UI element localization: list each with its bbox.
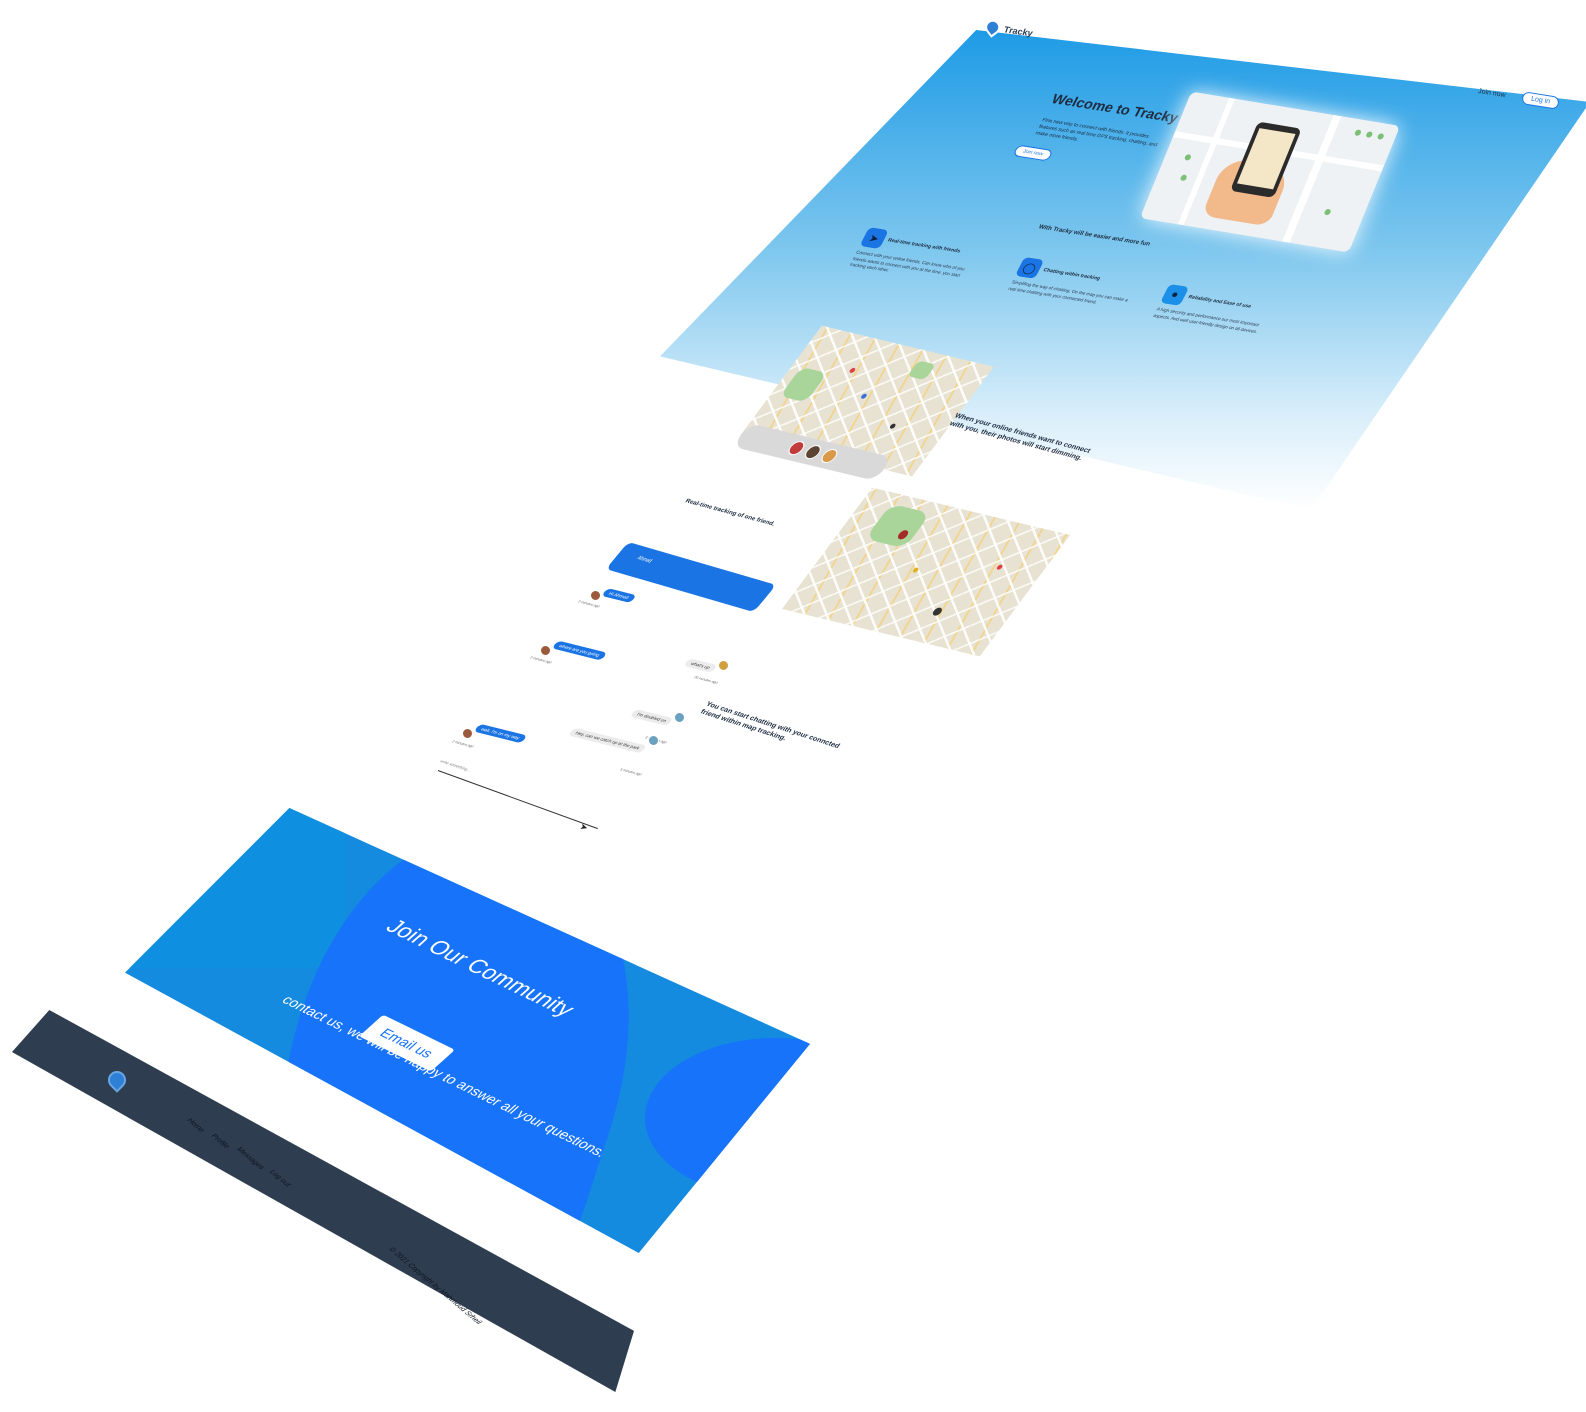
message-bubble: wait, i'm on my way [473, 723, 528, 744]
avatar [462, 728, 473, 739]
chat-message: I'm doubled on [629, 708, 686, 727]
feature-title: Real-time tracking with friends [886, 237, 962, 255]
chat-contact-name: Ahmed [635, 554, 654, 565]
community-banner [125, 808, 810, 1253]
chat-message: what's up [683, 658, 729, 673]
map-preview-tracking [781, 487, 1071, 657]
message-bubble: Hey, can we catch up at the park [567, 727, 648, 754]
avatar [717, 660, 729, 671]
chat-message: where are you going [540, 640, 608, 661]
chat-header: Ahmed [605, 541, 777, 613]
brand-name: Tracky [1003, 23, 1034, 38]
avatar[interactable] [817, 447, 841, 465]
avatar [590, 590, 601, 601]
message-bubble: what's up [683, 658, 718, 673]
message-time: 5 minutes ago [618, 767, 644, 777]
feature-title: Reliability and Ease of use [1187, 294, 1253, 310]
message-time: 20 minutes ago [692, 675, 720, 685]
avatar [648, 735, 660, 746]
brand-logo[interactable]: Tracky [982, 16, 1034, 41]
chat-message: Hi Ahmed [590, 588, 637, 603]
message-bubble: where are you going [551, 640, 608, 661]
message-time: 2 minutes ago [528, 655, 554, 665]
tracking-caption: Real-time tracking of one friend. [683, 498, 776, 528]
avatar [540, 645, 551, 656]
chat-input[interactable]: write something... [439, 759, 473, 773]
page-canvas: Tracky Join now Log in Welcome to Tracky… [0, 0, 1586, 1412]
message-bubble: Hi Ahmed [601, 588, 637, 603]
chat-message: wait, i'm on my way [462, 723, 528, 744]
message-bubble: I'm doubled on [629, 708, 675, 727]
chat-caption: You can start chatting with your conncte… [698, 701, 841, 750]
feature-title: Chatting within tracking [1042, 267, 1102, 282]
chat-input-underline [437, 770, 598, 830]
message-time: 2 minutes ago [450, 739, 476, 749]
chat-message: Hey, can we catch up at the park [567, 727, 660, 754]
avatar [674, 712, 686, 723]
